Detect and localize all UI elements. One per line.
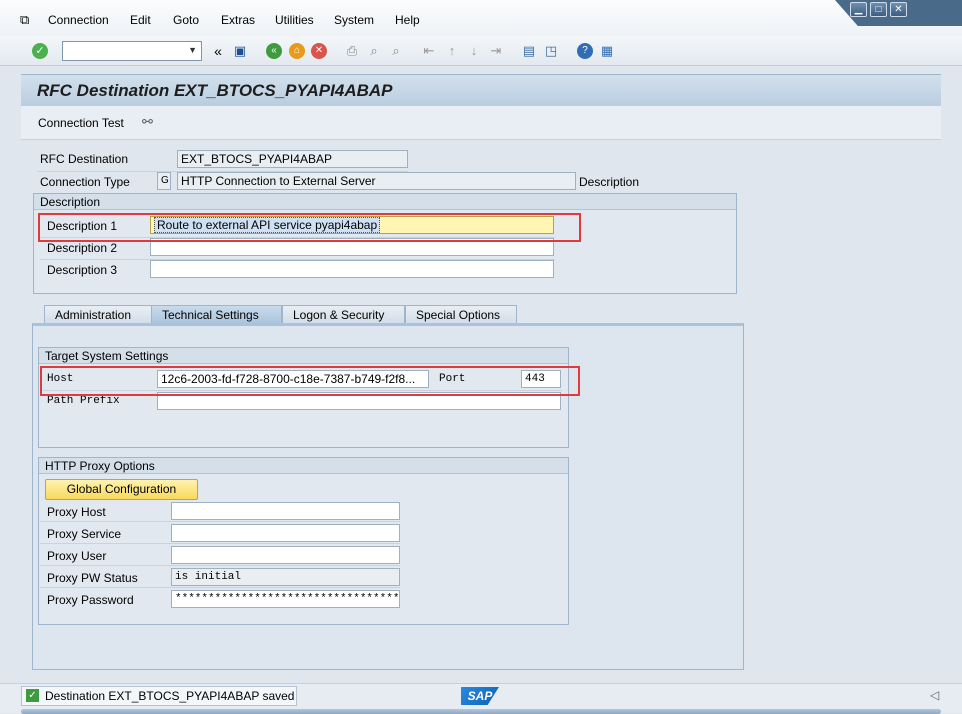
- description-group-title: Description: [34, 194, 736, 210]
- collapse-status-icon[interactable]: ◁: [930, 688, 939, 702]
- menu-utilities[interactable]: Utilities: [275, 13, 314, 27]
- next-page-icon[interactable]: ↓: [466, 43, 482, 59]
- connection-type-field: HTTP Connection to External Server: [177, 172, 576, 190]
- menu-system[interactable]: System: [334, 13, 374, 27]
- last-page-icon[interactable]: ⇥: [488, 43, 504, 59]
- maximize-button[interactable]: □: [870, 2, 887, 17]
- title-bar: RFC Destination EXT_BTOCS_PYAPI4ABAP: [21, 74, 941, 106]
- menu-icon[interactable]: ⧉: [20, 12, 29, 28]
- minimize-button[interactable]: ▁: [850, 2, 867, 17]
- rfc-destination-field: EXT_BTOCS_PYAPI4ABAP: [177, 150, 408, 168]
- proxy-user-label: Proxy User: [47, 549, 107, 563]
- divider: [40, 565, 400, 566]
- tab-logon-security[interactable]: Logon & Security: [282, 305, 405, 324]
- menu-bar: ⧉ Connection Edit Goto Extras Utilities …: [0, 0, 962, 36]
- tab-special-options[interactable]: Special Options: [405, 305, 517, 324]
- menu-goto[interactable]: Goto: [173, 13, 199, 27]
- page-title: RFC Destination EXT_BTOCS_PYAPI4ABAP: [37, 81, 393, 100]
- proxy-service-label: Proxy Service: [47, 527, 122, 541]
- description-1-highlight: [38, 213, 581, 242]
- chevron-down-icon[interactable]: ▼: [188, 45, 197, 55]
- customize-layout-icon[interactable]: ▦: [599, 43, 615, 59]
- status-bar-edge: [21, 709, 941, 714]
- success-check-icon: ✓: [26, 689, 39, 702]
- previous-page-icon[interactable]: ↑: [444, 43, 460, 59]
- divider: [40, 587, 400, 588]
- description-3-label: Description 3: [47, 263, 118, 277]
- proxy-user-input[interactable]: [171, 546, 400, 564]
- standard-toolbar: ✓ ▼ « ▣ « ⌂ ✕ ⎙ ⌕ ⌕ ⇤ ↑ ↓ ⇥ ▤ ◳ ? ▦: [0, 36, 962, 66]
- connection-type-description-label: Description: [579, 175, 640, 189]
- menu-edit[interactable]: Edit: [130, 13, 151, 27]
- connection-test-button[interactable]: Connection Test: [38, 116, 124, 130]
- proxy-service-input[interactable]: [171, 524, 400, 542]
- print-icon[interactable]: ⎙: [344, 43, 360, 59]
- proxy-host-label: Proxy Host: [47, 505, 106, 519]
- sap-logo: SAP: [461, 687, 499, 705]
- description-2-label: Description 2: [47, 241, 118, 255]
- application-toolbar: Connection Test ⚯: [21, 106, 941, 140]
- status-message: Destination EXT_BTOCS_PYAPI4ABAP saved: [45, 689, 295, 703]
- divider: [40, 521, 400, 522]
- exit-icon[interactable]: ⌂: [289, 43, 305, 59]
- collapse-chevron-icon[interactable]: «: [210, 43, 226, 59]
- connection-type-code: G: [157, 172, 171, 190]
- path-prefix-label: Path Prefix: [47, 395, 120, 407]
- connection-test-icon[interactable]: ⚯: [142, 114, 153, 130]
- target-system-group-title: Target System Settings: [39, 348, 568, 364]
- connection-type-label: Connection Type: [40, 175, 130, 189]
- proxy-group-title: HTTP Proxy Options: [39, 458, 568, 474]
- first-page-icon[interactable]: ⇤: [421, 43, 437, 59]
- close-button[interactable]: ✕: [890, 2, 907, 17]
- find-next-icon[interactable]: ⌕: [388, 43, 404, 59]
- enter-check-icon[interactable]: ✓: [32, 43, 48, 59]
- shortcut-icon[interactable]: ◳: [543, 43, 559, 59]
- status-bar: ✓ Destination EXT_BTOCS_PYAPI4ABAP saved…: [0, 683, 962, 714]
- proxy-pw-status-label: Proxy PW Status: [47, 571, 138, 585]
- tab-technical-settings[interactable]: Technical Settings: [151, 305, 282, 324]
- rfc-destination-label: RFC Destination: [40, 152, 129, 166]
- description-3-input[interactable]: [150, 260, 554, 278]
- global-configuration-button[interactable]: Global Configuration: [45, 479, 198, 500]
- back-icon[interactable]: «: [266, 43, 282, 59]
- menu-extras[interactable]: Extras: [221, 13, 255, 27]
- command-field[interactable]: ▼: [62, 41, 202, 61]
- help-icon[interactable]: ?: [577, 43, 593, 59]
- save-icon[interactable]: ▣: [232, 43, 248, 59]
- menu-help[interactable]: Help: [395, 13, 420, 27]
- proxy-password-input[interactable]: ***********************************: [171, 590, 400, 608]
- tab-administration[interactable]: Administration: [44, 305, 153, 324]
- host-port-highlight: [40, 366, 580, 396]
- proxy-pw-status-field: is initial: [171, 568, 400, 586]
- divider: [40, 543, 400, 544]
- find-icon[interactable]: ⌕: [366, 43, 382, 59]
- proxy-host-input[interactable]: [171, 502, 400, 520]
- cancel-icon[interactable]: ✕: [311, 43, 327, 59]
- menu-connection[interactable]: Connection: [48, 13, 109, 27]
- create-session-icon[interactable]: ▤: [521, 43, 537, 59]
- proxy-password-label: Proxy Password: [47, 593, 134, 607]
